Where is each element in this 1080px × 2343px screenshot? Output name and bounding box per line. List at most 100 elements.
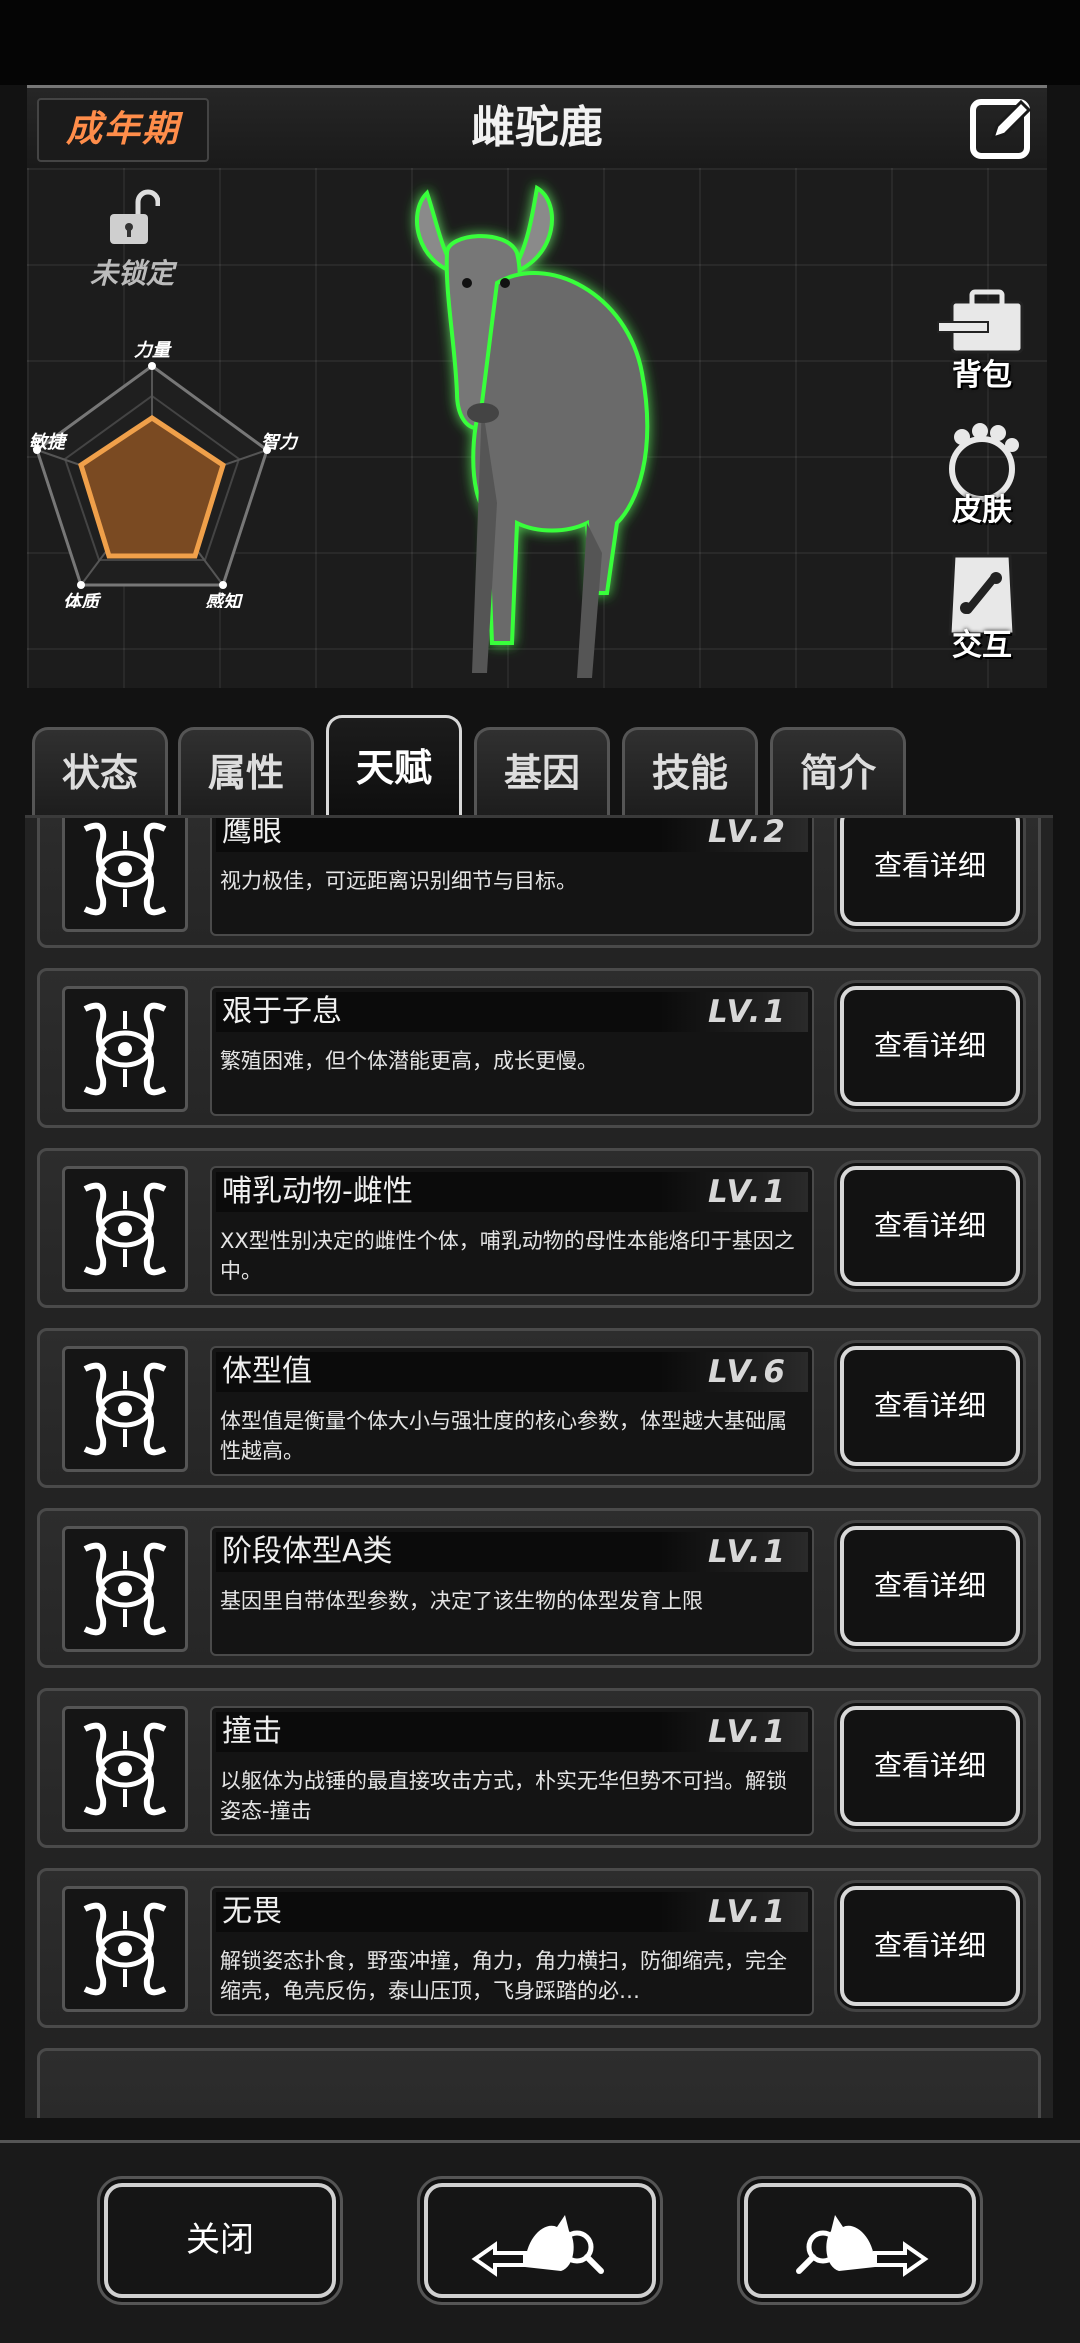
talent-info: 艰于子息 LV.1 繁殖困难，但个体潜能更高，成长更慢。 — [210, 986, 814, 1116]
talent-name-bar: 无畏 LV.1 — [216, 1892, 808, 1932]
talent-card: 体型值 LV.6 体型值是衡量个体大小与强壮度的核心参数，体型越大基础属性越高。… — [37, 1328, 1041, 1488]
talent-card: 哺乳动物-雌性 LV.1 XX型性别决定的雌性个体，哺乳动物的母性本能烙印于基因… — [37, 1148, 1041, 1308]
tab-genes[interactable]: 基因 — [474, 727, 610, 816]
talent-description: 解锁姿态扑食，野蛮冲撞，角力，角力横扫，防御缩壳，完全缩壳，龟壳反伤，泰山压顶，… — [220, 1949, 787, 2003]
talent-name: 阶段体型A类 — [222, 1534, 393, 1569]
talent-icon-box — [62, 818, 188, 932]
talent-name-bar: 体型值 LV.6 — [216, 1352, 808, 1392]
talent-icon-box — [62, 1706, 188, 1832]
talent-info: 哺乳动物-雌性 LV.1 XX型性别决定的雌性个体，哺乳动物的母性本能烙印于基因… — [210, 1166, 814, 1296]
talent-description: 视力极佳，可远距离识别细节与目标。 — [220, 869, 577, 893]
talent-info: 体型值 LV.6 体型值是衡量个体大小与强壮度的核心参数，体型越大基础属性越高。 — [210, 1346, 814, 1476]
tab-intro[interactable]: 简介 — [770, 727, 906, 816]
talent-icon-box — [62, 1526, 188, 1652]
talent-name-bar: 哺乳动物-雌性 LV.1 — [216, 1172, 808, 1212]
tab-bar: 状态 属性 天赋 基因 技能 简介 — [28, 715, 1048, 818]
prev-creature-icon — [471, 2215, 604, 2277]
skin-button[interactable]: 皮肤 — [927, 423, 1037, 529]
talent-description: 基因里自带体型参数，决定了该生物的体型发育上限 — [220, 1589, 703, 1613]
backpack-label: 背包 — [952, 358, 1012, 393]
talent-name-bar: 撞击 LV.1 — [216, 1712, 808, 1752]
talent-name-bar: 阶段体型A类 LV.1 — [216, 1532, 808, 1572]
talent-card: 鹰眼 LV.2 视力极佳，可远距离识别细节与目标。 查看详细 — [37, 815, 1041, 948]
talent-level: LV.1 — [708, 1894, 788, 1930]
bottom-bar: 关闭 — [0, 2140, 1080, 2343]
talent-name: 鹰眼 — [222, 815, 282, 849]
talent-name: 体型值 — [222, 1354, 312, 1389]
backpack-button[interactable]: 背包 — [927, 288, 1037, 394]
talent-name: 撞击 — [222, 1714, 282, 1749]
view-detail-button[interactable]: 查看详细 — [840, 1706, 1020, 1826]
talent-icon-box — [62, 1346, 188, 1472]
radar-label-intelligence: 智力 — [261, 432, 299, 453]
talent-icon-box — [62, 986, 188, 1112]
talent-name-bar: 艰于子息 LV.1 — [216, 992, 808, 1032]
tab-talents[interactable]: 天赋 — [326, 715, 462, 818]
unlock-icon — [110, 189, 161, 244]
attribute-radar-chart: 力量 智力 感知 体质 敏捷 — [29, 340, 299, 608]
talent-emblem-icon — [83, 1002, 167, 1096]
talent-level: LV.1 — [708, 1174, 788, 1210]
edit-name-button[interactable] — [967, 92, 1039, 164]
talent-level: LV.1 — [708, 1534, 788, 1570]
next-creature-icon — [796, 2215, 929, 2277]
talent-emblem-icon — [83, 822, 167, 916]
talent-card-partial — [37, 2048, 1041, 2118]
interact-button[interactable]: 交互 — [927, 548, 1037, 664]
lock-label: 未锁定 — [89, 257, 174, 290]
talent-list[interactable]: 鹰眼 LV.2 视力极佳，可远距离识别细节与目标。 查看详细 艰于子息 LV.1… — [25, 815, 1053, 2118]
radar-label-perception: 感知 — [205, 592, 244, 608]
talent-info: 撞击 LV.1 以躯体为战锤的最直接攻击方式，朴实无华但势不可挡。解锁姿态-撞击 — [210, 1706, 814, 1836]
creature-showcase: 未锁定 力量 智力 感知 体质 敏捷 背包 皮肤 交互 — [27, 168, 1047, 688]
talent-name: 无畏 — [222, 1894, 282, 1929]
tab-skills[interactable]: 技能 — [622, 727, 758, 816]
interact-label: 交互 — [952, 628, 1012, 663]
talent-card: 无畏 LV.1 解锁姿态扑食，野蛮冲撞，角力，角力横扫，防御缩壳，完全缩壳，龟壳… — [37, 1868, 1041, 2028]
talent-emblem-icon — [83, 1182, 167, 1276]
view-detail-button[interactable]: 查看详细 — [840, 1166, 1020, 1286]
previous-creature-button[interactable] — [424, 2183, 656, 2298]
talent-level: LV.6 — [708, 1354, 788, 1390]
talent-name: 艰于子息 — [222, 994, 342, 1029]
radar-label-strength: 力量 — [134, 340, 172, 361]
view-detail-button[interactable]: 查看详细 — [840, 1886, 1020, 2006]
tab-status[interactable]: 状态 — [32, 727, 168, 816]
talent-emblem-icon — [83, 1542, 167, 1636]
talent-description: 体型值是衡量个体大小与强壮度的核心参数，体型越大基础属性越高。 — [220, 1409, 787, 1463]
status-bar — [0, 0, 1080, 85]
talent-card: 阶段体型A类 LV.1 基因里自带体型参数，决定了该生物的体型发育上限 查看详细 — [37, 1508, 1041, 1668]
radar-label-agility: 敏捷 — [29, 432, 68, 453]
radar-label-constitution: 体质 — [63, 592, 102, 608]
view-detail-button[interactable]: 查看详细 — [840, 1526, 1020, 1646]
talent-emblem-icon — [83, 1362, 167, 1456]
close-button[interactable]: 关闭 — [104, 2183, 336, 2298]
moose-portrait — [415, 184, 650, 678]
lock-toggle[interactable]: 未锁定 — [62, 188, 202, 292]
talent-level: LV.1 — [708, 994, 788, 1030]
talent-info: 鹰眼 LV.2 视力极佳，可远距离识别细节与目标。 — [210, 815, 814, 936]
talent-icon-box — [62, 1166, 188, 1292]
talent-description: XX型性别决定的雌性个体，哺乳动物的母性本能烙印于基因之中。 — [220, 1229, 795, 1283]
talent-description: 繁殖困难，但个体潜能更高，成长更慢。 — [220, 1049, 598, 1073]
view-detail-button[interactable]: 查看详细 — [840, 818, 1020, 926]
view-detail-button[interactable]: 查看详细 — [840, 1346, 1020, 1466]
talent-icon-box — [62, 1886, 188, 2012]
talent-card: 撞击 LV.1 以躯体为战锤的最直接攻击方式，朴实无华但势不可挡。解锁姿态-撞击… — [37, 1688, 1041, 1848]
next-creature-button[interactable] — [744, 2183, 976, 2298]
talent-name: 哺乳动物-雌性 — [222, 1174, 413, 1209]
skin-label: 皮肤 — [952, 493, 1012, 528]
page-title: 雌驼鹿 — [471, 102, 603, 153]
talent-level: LV.2 — [708, 815, 788, 850]
view-detail-button[interactable]: 查看详细 — [840, 986, 1020, 1106]
talent-description: 以躯体为战锤的最直接攻击方式，朴实无华但势不可挡。解锁姿态-撞击 — [220, 1769, 787, 1823]
tab-attributes[interactable]: 属性 — [178, 727, 314, 816]
talent-name-bar: 鹰眼 LV.2 — [216, 815, 808, 852]
talent-emblem-icon — [83, 1722, 167, 1816]
header-bar: 成年期 雌驼鹿 — [27, 85, 1047, 171]
talent-emblem-icon — [83, 1902, 167, 1996]
talent-level: LV.1 — [708, 1714, 788, 1750]
talent-card: 艰于子息 LV.1 繁殖困难，但个体潜能更高，成长更慢。 查看详细 — [37, 968, 1041, 1128]
edit-icon — [970, 99, 1032, 159]
talent-info: 阶段体型A类 LV.1 基因里自带体型参数，决定了该生物的体型发育上限 — [210, 1526, 814, 1656]
talent-info: 无畏 LV.1 解锁姿态扑食，野蛮冲撞，角力，角力横扫，防御缩壳，完全缩壳，龟壳… — [210, 1886, 814, 2016]
